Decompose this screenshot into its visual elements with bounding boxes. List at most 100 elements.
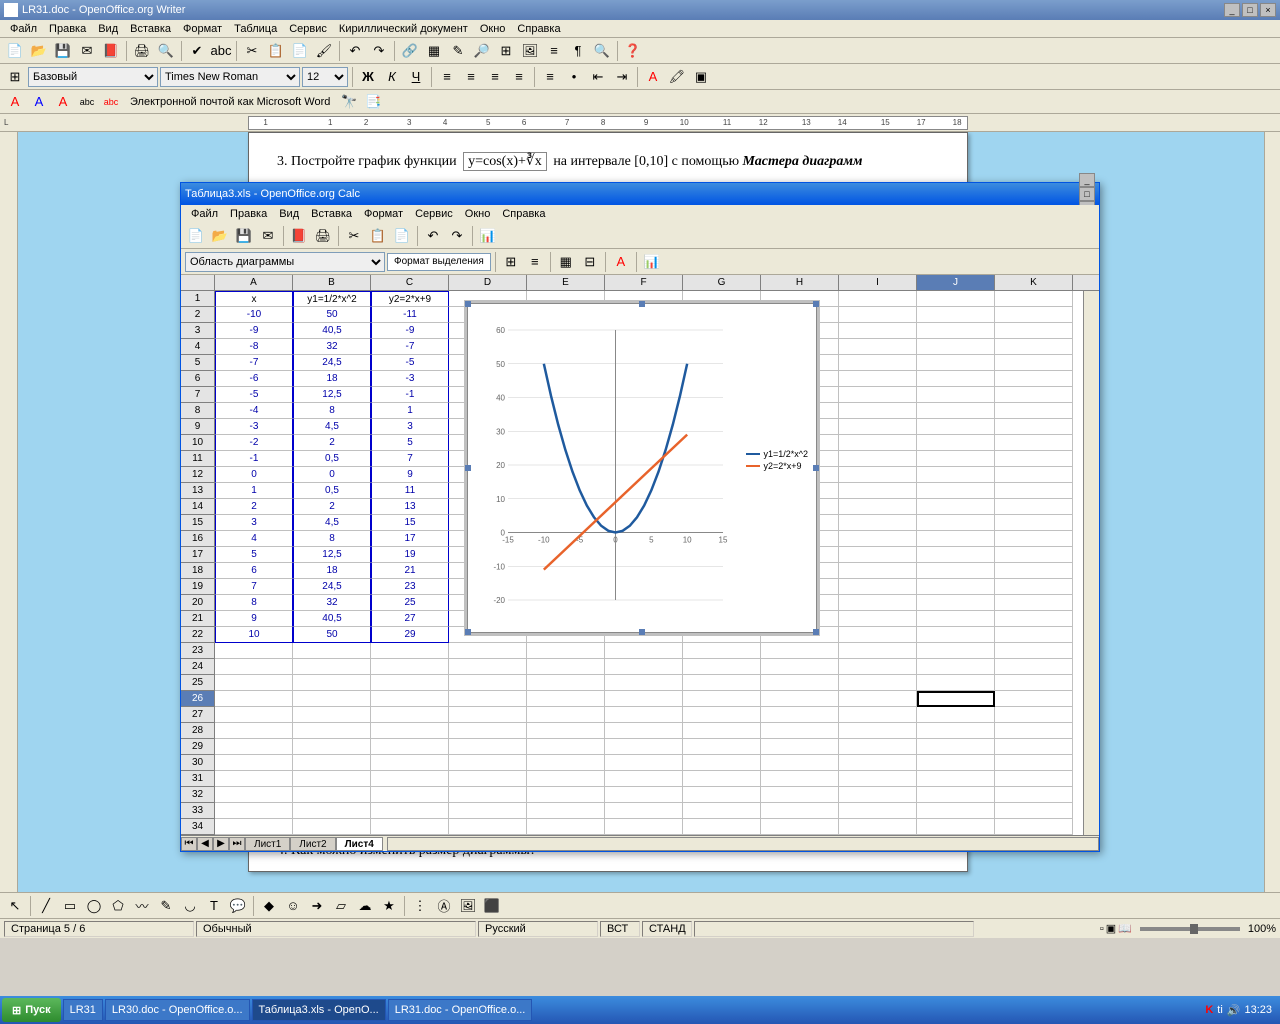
cell[interactable]: -3 — [215, 419, 293, 435]
col-header-A[interactable]: A — [215, 275, 293, 290]
cell[interactable] — [371, 675, 449, 691]
writer-maximize-button[interactable]: □ — [1242, 3, 1258, 17]
cell[interactable] — [683, 803, 761, 819]
bold-button[interactable]: Ж — [357, 66, 379, 88]
cell[interactable] — [371, 659, 449, 675]
status-ins[interactable]: ВСТ — [600, 921, 640, 937]
cell[interactable] — [527, 675, 605, 691]
cell[interactable]: 21 — [371, 563, 449, 579]
cell[interactable] — [839, 803, 917, 819]
cell[interactable] — [839, 403, 917, 419]
cell[interactable]: 8 — [215, 595, 293, 611]
calc-menu-insert[interactable]: Вставка — [305, 206, 358, 222]
cell[interactable] — [683, 787, 761, 803]
zoom-slider[interactable] — [1140, 927, 1240, 931]
cell[interactable]: -7 — [215, 355, 293, 371]
menu-edit[interactable]: Правка — [43, 21, 92, 37]
bgcolor-icon[interactable]: ▣ — [690, 66, 712, 88]
cell[interactable]: 2 — [293, 499, 371, 515]
cell[interactable] — [683, 723, 761, 739]
cell[interactable] — [761, 803, 839, 819]
draw-icon[interactable]: ✎ — [447, 40, 469, 62]
cell[interactable]: 50 — [293, 627, 371, 643]
cell[interactable] — [917, 819, 995, 835]
cell[interactable] — [995, 403, 1073, 419]
cell[interactable]: 7 — [371, 451, 449, 467]
writer-vertical-ruler[interactable] — [0, 132, 18, 892]
cell[interactable]: -1 — [215, 451, 293, 467]
chart-object[interactable]: -20-100102030405060-15-10-5051015 y1=1/2… — [467, 303, 817, 633]
taskbar-item-tablica3[interactable]: Таблица3.xls - OpenO... — [252, 999, 386, 1021]
cell[interactable] — [995, 627, 1073, 643]
cell[interactable] — [839, 387, 917, 403]
cell[interactable] — [917, 579, 995, 595]
cell[interactable]: 32 — [293, 595, 371, 611]
cell[interactable]: 7 — [215, 579, 293, 595]
cell[interactable] — [527, 723, 605, 739]
cell[interactable]: -1 — [371, 387, 449, 403]
cell[interactable] — [839, 531, 917, 547]
cell[interactable]: -5 — [215, 387, 293, 403]
calc-undo-icon[interactable]: ↶ — [422, 225, 444, 247]
gallery-icon[interactable]: 🖼 — [519, 40, 541, 62]
menu-insert[interactable]: Вставка — [124, 21, 177, 37]
legend-item-y1[interactable]: y1=1/2*x^2 — [746, 449, 808, 459]
calc-menu-file[interactable]: Файл — [185, 206, 224, 222]
style-select[interactable]: Базовый — [28, 67, 158, 87]
cell[interactable] — [995, 739, 1073, 755]
cell[interactable] — [917, 419, 995, 435]
cell[interactable] — [917, 355, 995, 371]
copy-icon[interactable]: 📋 — [265, 40, 287, 62]
cell[interactable] — [449, 755, 527, 771]
cell[interactable] — [839, 483, 917, 499]
cell[interactable]: 10 — [215, 627, 293, 643]
calc-email-icon[interactable]: ✉ — [257, 225, 279, 247]
cell[interactable] — [995, 787, 1073, 803]
cell[interactable]: 50 — [293, 307, 371, 323]
col-header-K[interactable]: K — [995, 275, 1073, 290]
col-header-I[interactable]: I — [839, 275, 917, 290]
cell[interactable]: 0 — [215, 467, 293, 483]
cell[interactable] — [995, 611, 1073, 627]
writer-vertical-scrollbar[interactable] — [1264, 132, 1280, 892]
star-shapes-icon[interactable]: ★ — [378, 895, 400, 917]
polygon-icon[interactable]: ⬠ — [107, 895, 129, 917]
cell[interactable] — [995, 707, 1073, 723]
cell[interactable] — [917, 483, 995, 499]
calc-maximize-button[interactable]: □ — [1079, 187, 1095, 201]
cell[interactable]: 29 — [371, 627, 449, 643]
cell[interactable]: 40,5 — [293, 323, 371, 339]
cell[interactable] — [449, 819, 527, 835]
points-icon[interactable]: ⋮ — [409, 895, 431, 917]
cell[interactable]: y2=2*x+9 — [371, 291, 449, 307]
cell[interactable] — [917, 339, 995, 355]
calc-vertical-scrollbar[interactable] — [1083, 291, 1099, 835]
row-header[interactable]: 11 — [181, 451, 215, 467]
cell[interactable] — [605, 771, 683, 787]
cell[interactable] — [839, 579, 917, 595]
sheet-tab-2[interactable]: Лист2 — [290, 837, 335, 851]
cell[interactable] — [995, 419, 1073, 435]
cell[interactable] — [371, 643, 449, 659]
row-header[interactable]: 27 — [181, 707, 215, 723]
cell[interactable] — [839, 371, 917, 387]
save-icon[interactable]: 💾 — [52, 40, 74, 62]
cell[interactable] — [839, 755, 917, 771]
align-center-icon[interactable]: ≡ — [460, 66, 482, 88]
cell[interactable]: 25 — [371, 595, 449, 611]
cell[interactable] — [683, 643, 761, 659]
fontcolor-icon[interactable]: A — [642, 66, 664, 88]
cell[interactable] — [917, 403, 995, 419]
freeform-icon[interactable]: ✎ — [155, 895, 177, 917]
calc-minimize-button[interactable]: _ — [1079, 173, 1095, 187]
cell[interactable] — [527, 771, 605, 787]
cell[interactable] — [215, 691, 293, 707]
status-std[interactable]: СТАНД — [642, 921, 692, 937]
row-header[interactable]: 5 — [181, 355, 215, 371]
row-header[interactable]: 31 — [181, 771, 215, 787]
cell[interactable] — [293, 787, 371, 803]
cell[interactable] — [995, 323, 1073, 339]
fontsize-select[interactable]: 12 — [302, 67, 348, 87]
cell[interactable] — [995, 803, 1073, 819]
cell[interactable] — [293, 771, 371, 787]
